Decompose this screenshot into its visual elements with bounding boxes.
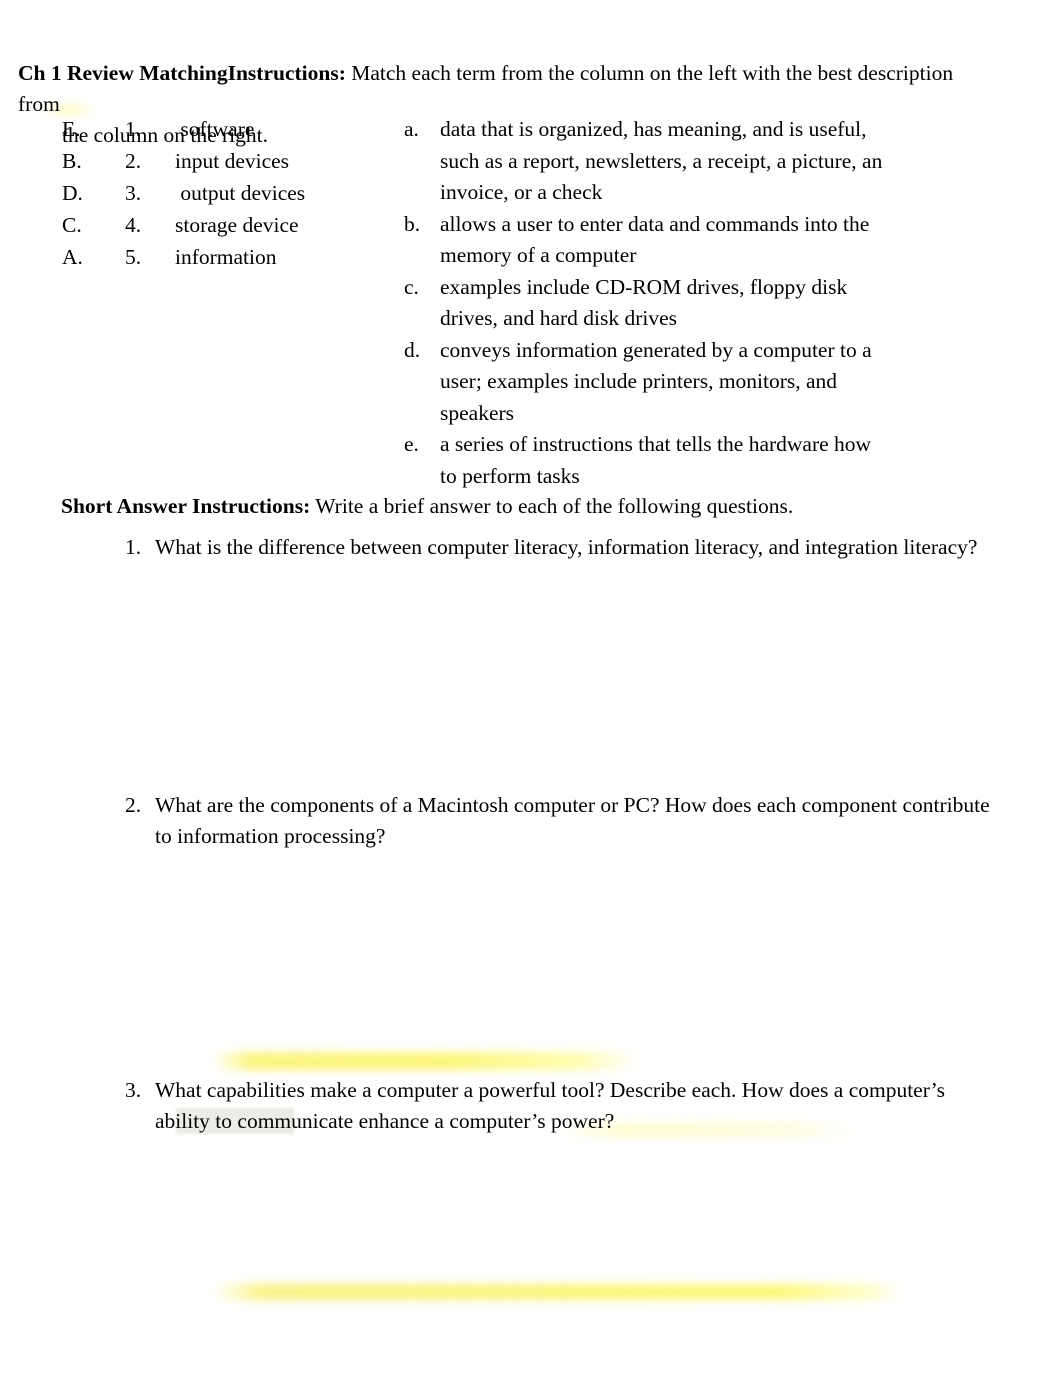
matching-item-number: 4. xyxy=(125,213,142,237)
matching-description-line: memory of a computer xyxy=(440,243,637,267)
short-answer-instructions-label: Short Answer Instructions: xyxy=(61,494,311,518)
short-answer-question-2[interactable]: 2. What are the components of a Macintos… xyxy=(125,790,1005,852)
question-number: 2. xyxy=(125,793,142,817)
matching-item-number: 2. xyxy=(125,149,142,173)
matching-answer-letter: C. xyxy=(62,213,82,237)
short-answer-question-1[interactable]: 1. What is the difference between comput… xyxy=(125,532,1005,563)
matching-description-line: examples include CD-ROM drives, floppy d… xyxy=(440,274,848,299)
matching-item-number: 1. xyxy=(125,117,142,141)
matching-term-label: output devices xyxy=(175,181,306,205)
highlight-mark-bottom xyxy=(214,1284,902,1300)
matching-description-line: such as a report, newsletters, a receipt… xyxy=(440,148,883,173)
matching-term-row[interactable]: D. 3. output devices xyxy=(0,178,400,210)
matching-description-line: invoice, or a check xyxy=(440,180,603,204)
matching-description-line: conveys information generated by a compu… xyxy=(440,337,872,362)
matching-term-label: input devices xyxy=(175,149,290,173)
matching-answer-letter: B. xyxy=(62,149,82,173)
matching-term-row[interactable]: E. 1. software xyxy=(0,114,400,146)
question-text: What is the difference between computer … xyxy=(155,535,978,559)
matching-term-label: storage device xyxy=(175,213,299,237)
matching-description-letter: a. xyxy=(404,117,419,141)
matching-description-letter: b. xyxy=(404,211,421,236)
short-answer-instructions-text: Write a brief answer to each of the foll… xyxy=(310,494,794,518)
matching-item-number: 3. xyxy=(125,181,142,205)
matching-description-letter: e. xyxy=(404,432,419,456)
matching-description-letter: c. xyxy=(404,274,419,299)
matching-description-line: data that is organized, has meaning, and… xyxy=(440,117,867,141)
matching-term-row[interactable]: C. 4. storage device xyxy=(0,210,400,242)
matching-instructions-label: Ch 1 Review MatchingInstructions: xyxy=(18,61,346,85)
matching-descriptions-list: a. data that is organized, has meaning, … xyxy=(404,114,944,492)
matching-description-line: speakers xyxy=(440,400,515,425)
matching-description-line: allows a user to enter data and commands… xyxy=(440,211,870,236)
matching-description-row[interactable]: d. conveys information generated by a co… xyxy=(404,335,944,430)
matching-term-row[interactable]: A. 5. information xyxy=(0,242,400,274)
question-text: What capabilities make a computer a powe… xyxy=(155,1078,946,1133)
matching-answer-letter: A. xyxy=(62,245,83,269)
short-answer-question-3[interactable]: 3. What capabilities make a computer a p… xyxy=(125,1075,1005,1137)
matching-description-row[interactable]: e. a series of instructions that tells t… xyxy=(404,429,944,492)
matching-answer-letter: E. xyxy=(62,117,81,141)
matching-description-row[interactable]: b. allows a user to enter data and comma… xyxy=(404,209,944,272)
matching-term-label: software xyxy=(175,117,255,141)
highlight-mark-above-question-3 xyxy=(213,1052,637,1070)
matching-term-row[interactable]: B. 2. input devices xyxy=(0,146,400,178)
question-number: 3. xyxy=(125,1078,142,1102)
matching-description-line: drives, and hard disk drives xyxy=(440,306,678,330)
matching-description-line: to perform tasks xyxy=(440,463,580,488)
question-number: 1. xyxy=(125,535,142,559)
matching-answer-letter: D. xyxy=(62,181,83,205)
question-text: What are the components of a Macintosh c… xyxy=(155,793,990,848)
matching-terms-list: E. 1. software B. 2. input devices D. 3.… xyxy=(0,114,400,274)
matching-description-line: a series of instructions that tells the … xyxy=(440,432,872,456)
short-answer-instructions: Short Answer Instructions: Write a brief… xyxy=(61,491,793,522)
matching-term-label: information xyxy=(175,245,277,269)
matching-item-number: 5. xyxy=(125,245,142,269)
matching-description-row[interactable]: a. data that is organized, has meaning, … xyxy=(404,114,944,209)
document-page: Ch 1 Review MatchingInstructions: Match … xyxy=(0,0,1062,1377)
matching-description-line: user; examples include printers, monitor… xyxy=(440,369,838,393)
matching-description-row[interactable]: c. examples include CD-ROM drives, flopp… xyxy=(404,272,944,335)
matching-description-letter: d. xyxy=(404,337,421,362)
